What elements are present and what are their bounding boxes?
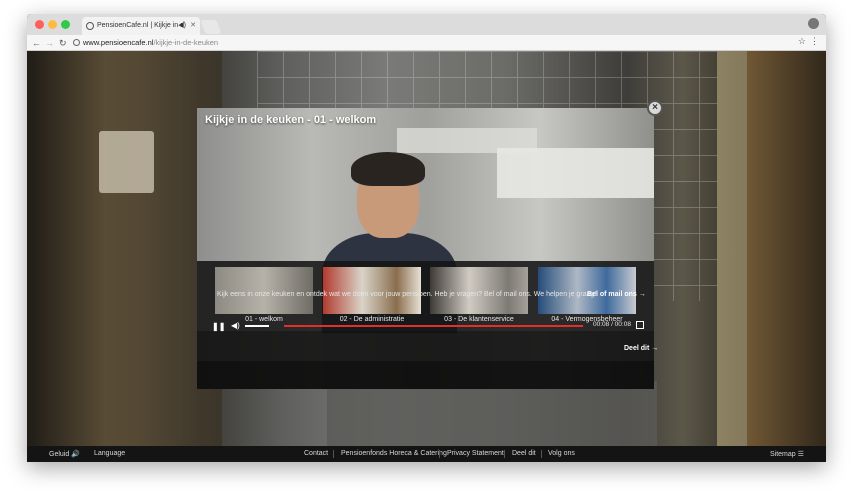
bookmark-star-icon[interactable]: ☆: [798, 36, 806, 47]
footer-sound-toggle[interactable]: Geluid 🔊: [49, 450, 80, 458]
footer-divider: [333, 450, 334, 458]
new-tab-button[interactable]: [200, 20, 222, 34]
volume-slider[interactable]: [245, 325, 269, 327]
tab-title: PensioenCafe.nl | Kijkje in d: [97, 22, 185, 29]
background-right-wall: [747, 51, 826, 462]
time-display: 00:08 / 00:08: [593, 321, 631, 328]
url-path: /kijkje-in-de-keuken: [153, 38, 219, 47]
footer-pensioenfonds[interactable]: Pensioenfonds Horeca & Catering: [341, 450, 447, 457]
footer-share[interactable]: Deel dit: [512, 450, 536, 457]
page-background: Kijkje in de keuken - 01 - welkom × 01 -…: [27, 51, 826, 462]
browser-toolbar: ← → ↻ www.pensioencafe.nl/kijkje-in-de-k…: [27, 35, 826, 51]
progress-fill: [284, 325, 583, 327]
tab-close-icon[interactable]: ✕: [190, 17, 196, 35]
window-maximize-button[interactable]: [61, 20, 70, 29]
back-arrow-icon[interactable]: ←: [32, 36, 41, 50]
background-doorframe: [717, 51, 747, 462]
background-outlet: [99, 131, 154, 193]
call-or-mail-link[interactable]: Bel of mail ons →: [587, 291, 646, 298]
fullscreen-icon[interactable]: [636, 321, 644, 329]
site-footer: Geluid 🔊 Language Contact Pensioenfonds …: [27, 446, 826, 462]
video-controls: [197, 361, 654, 389]
footer-divider: [439, 450, 440, 458]
close-icon[interactable]: ×: [647, 100, 663, 116]
thumbnail-label: 02 - De administratie: [339, 316, 405, 323]
footer-language[interactable]: Language: [94, 450, 125, 457]
url-domain: www.pensioencafe.nl: [83, 38, 154, 47]
video-person-hair: [351, 152, 425, 186]
progress-bar[interactable]: [284, 325, 583, 327]
site-info-icon[interactable]: [73, 39, 80, 46]
footer-contact[interactable]: Contact: [304, 450, 328, 457]
volume-icon[interactable]: ◀): [231, 321, 240, 330]
browser-window: PensioenCafe.nl | Kijkje in d ◀) ✕ ← → ↻…: [27, 14, 826, 462]
video-title: Kijkje in de keuken - 01 - welkom: [205, 114, 377, 126]
footer-follow[interactable]: Volg ons: [548, 450, 575, 457]
footer-divider: [541, 450, 542, 458]
window-close-button[interactable]: [35, 20, 44, 29]
audio-icon[interactable]: ◀): [178, 17, 186, 35]
pause-icon[interactable]: ❚❚: [212, 322, 225, 331]
forward-arrow-icon[interactable]: →: [45, 36, 54, 50]
browser-titlebar: PensioenCafe.nl | Kijkje in d ◀) ✕: [27, 14, 826, 35]
profile-icon[interactable]: [808, 18, 819, 29]
window-minimize-button[interactable]: [48, 20, 57, 29]
video-shelf: [497, 148, 654, 198]
reload-icon[interactable]: ↻: [59, 36, 67, 50]
footer-privacy[interactable]: Privacy Statement: [447, 450, 504, 457]
thumbnail-label: 03 - De klantenservice: [444, 316, 514, 323]
share-link[interactable]: Deel dit →: [624, 345, 658, 352]
favicon-icon: [86, 22, 94, 30]
video-info-bar: [197, 331, 654, 361]
background-left-wall: [27, 51, 222, 462]
browser-menu-icon[interactable]: ⋮: [810, 36, 819, 47]
browser-tab[interactable]: PensioenCafe.nl | Kijkje in d ◀) ✕: [82, 17, 200, 35]
footer-divider: [504, 450, 505, 458]
video-description: Kijk eens in onze keuken en ontdek wat w…: [217, 291, 597, 298]
footer-sitemap[interactable]: Sitemap ☰: [770, 450, 804, 458]
address-bar[interactable]: www.pensioencafe.nl/kijkje-in-de-keuken: [73, 37, 218, 49]
thumbnail-label: 01 - welkom: [245, 316, 283, 323]
